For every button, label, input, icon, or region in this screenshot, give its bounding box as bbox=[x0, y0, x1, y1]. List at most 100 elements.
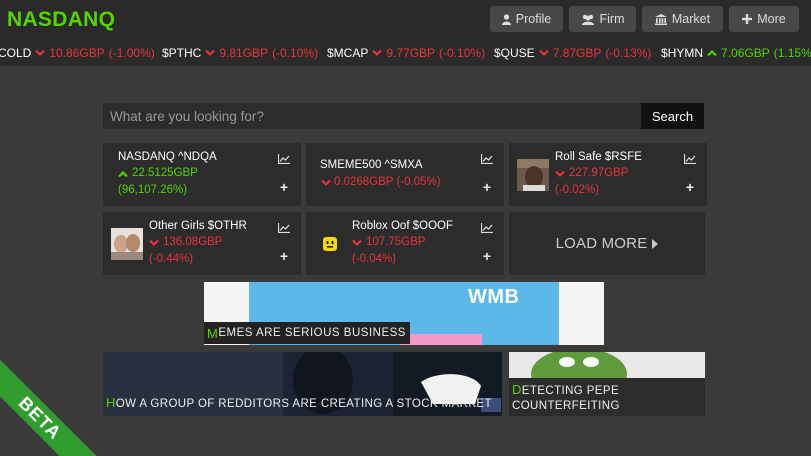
site-logo[interactable]: NASDANQ bbox=[7, 8, 115, 32]
ticker-price: 7.06GBP bbox=[721, 46, 770, 60]
top-navbar: NASDANQ Profile Firm Market More bbox=[0, 0, 811, 40]
news-card[interactable]: HOW A GROUP OF REDDITORS ARE CREATING A … bbox=[103, 352, 502, 416]
banner-caption: M EMES ARE SERIOUS BUSINESS bbox=[204, 322, 410, 344]
stock-price: 136.08GBP bbox=[163, 236, 223, 248]
pepe-image bbox=[509, 352, 705, 378]
stock-name: Roll Safe $RSFE bbox=[555, 151, 642, 163]
search-input[interactable] bbox=[103, 103, 641, 129]
line-chart-icon[interactable] bbox=[481, 154, 493, 164]
ticker-change: (-1.00%) bbox=[108, 46, 155, 60]
ticker-price: 9.81GBP bbox=[219, 46, 269, 60]
news-caption-initial: H bbox=[106, 395, 116, 410]
stock-price: 107.75GBP bbox=[366, 236, 426, 248]
nav-profile-button[interactable]: Profile bbox=[490, 6, 563, 32]
stock-price: 227.97GBP bbox=[569, 167, 629, 179]
nav-firm-label: Firm bbox=[599, 12, 625, 26]
ticker-change: (-0.13%) bbox=[605, 46, 652, 60]
chevron-down-icon bbox=[555, 170, 565, 178]
stock-card[interactable]: Roll Safe $RSFE 227.97GBP (-0.02%) + bbox=[509, 143, 707, 206]
beta-ribbon: BETA bbox=[0, 359, 99, 456]
add-watchlist-icon[interactable]: + bbox=[483, 180, 491, 194]
plus-icon bbox=[742, 14, 753, 24]
nav-more-button[interactable]: More bbox=[729, 6, 799, 32]
stock-price: 22.5125GBP bbox=[132, 167, 198, 179]
roll-safe-thumbnail bbox=[517, 159, 549, 191]
ticker-symbol: COLD bbox=[0, 46, 32, 60]
stock-change: (96,107.26%) bbox=[118, 184, 188, 196]
chevron-down-icon bbox=[352, 239, 362, 247]
stock-card[interactable]: Other Girls $OTHR 136.08GBP (-0.44%) + bbox=[103, 212, 301, 275]
banner-caption-text: EMES ARE SERIOUS BUSINESS bbox=[218, 327, 406, 339]
search-button[interactable]: Search bbox=[641, 103, 704, 129]
ticker-price: 9.77GBP bbox=[386, 46, 436, 60]
banner-pixel-art bbox=[400, 334, 482, 345]
news-caption-initial: D bbox=[512, 382, 522, 397]
chevron-down-icon bbox=[205, 49, 216, 57]
stock-name: SMEME500 ^SMXA bbox=[320, 159, 423, 171]
news-caption: DETECTING PEPE COUNTERFEITING bbox=[512, 382, 620, 414]
chevron-down-icon bbox=[538, 49, 549, 57]
roblox-oof-thumbnail bbox=[314, 228, 346, 260]
chevron-up-icon bbox=[707, 49, 717, 57]
news-caption: HOW A GROUP OF REDDITORS ARE CREATING A … bbox=[106, 395, 492, 410]
chevron-down-icon bbox=[149, 239, 159, 247]
ticker-item[interactable]: COLD 10.86GBP (-1.00%) bbox=[0, 46, 155, 60]
stock-card[interactable]: SMEME500 ^SMXA 0.0268GBP (-0.05%) + bbox=[306, 143, 504, 206]
stock-change: (-0.44%) bbox=[149, 253, 194, 265]
ticker-item[interactable]: $HYMN 7.06GBP (1.15% bbox=[661, 46, 811, 60]
ticker-change: (-0.10%) bbox=[272, 46, 319, 60]
ticker-price: 7.87GBP bbox=[552, 46, 602, 60]
ticker-item[interactable]: $MCAP 9.77GBP (-0.10%) bbox=[327, 46, 485, 60]
stock-card[interactable]: NASDANQ ^NDQA 22.5125GBP (96,107.26%) + bbox=[103, 143, 301, 206]
load-more-label: LOAD MORE bbox=[555, 235, 648, 252]
stock-price: 0.0268GBP (-0.05%) bbox=[334, 176, 441, 188]
line-chart-icon[interactable] bbox=[278, 223, 290, 233]
banner-brand: WMB bbox=[468, 286, 520, 308]
news-caption-text-line2: COUNTERFEITING bbox=[512, 400, 620, 412]
user-icon bbox=[501, 13, 511, 25]
banner-caption-initial: M bbox=[207, 325, 219, 341]
load-more-button[interactable]: LOAD MORE bbox=[509, 212, 705, 275]
stock-name: NASDANQ ^NDQA bbox=[118, 151, 217, 163]
add-watchlist-icon[interactable]: + bbox=[686, 180, 694, 194]
add-watchlist-icon[interactable]: + bbox=[483, 249, 491, 263]
stock-name: Other Girls $OTHR bbox=[149, 220, 247, 232]
promo-banner[interactable]: WMB M EMES ARE SERIOUS BUSINESS bbox=[204, 282, 604, 345]
chevron-down-icon bbox=[372, 49, 383, 57]
stock-change: (-0.04%) bbox=[352, 253, 397, 265]
ticker-symbol: $MCAP bbox=[327, 46, 369, 60]
news-caption-text: ETECTING PEPE bbox=[521, 385, 620, 397]
caret-right-icon bbox=[652, 238, 659, 249]
ticker-symbol: $HYMN bbox=[661, 46, 704, 60]
ticker-symbol: $PTHC bbox=[162, 46, 202, 60]
chevron-up-icon bbox=[118, 170, 128, 178]
bank-icon bbox=[654, 13, 667, 25]
stock-card[interactable]: Roblox Oof $OOOF 107.75GBP (-0.04%) + bbox=[306, 212, 504, 275]
nav-profile-label: Profile bbox=[515, 12, 552, 26]
search-bar: Search bbox=[103, 103, 704, 129]
line-chart-icon[interactable] bbox=[481, 223, 493, 233]
chevron-down-icon bbox=[321, 179, 331, 187]
ticker-change: (-0.10%) bbox=[439, 46, 486, 60]
nav-market-button[interactable]: Market bbox=[642, 6, 723, 32]
stock-change: (-0.02%) bbox=[555, 184, 600, 196]
ticker-change: (1.15% bbox=[773, 46, 811, 60]
nav-more-label: More bbox=[757, 12, 786, 26]
news-caption-text: OW A GROUP OF REDDITORS ARE CREATING A S… bbox=[115, 398, 492, 410]
add-watchlist-icon[interactable]: + bbox=[280, 180, 288, 194]
nav-market-label: Market bbox=[671, 12, 711, 26]
chevron-down-icon bbox=[35, 49, 46, 57]
news-card[interactable]: DETECTING PEPE COUNTERFEITING bbox=[509, 352, 705, 416]
ticker-symbol: $QUSE bbox=[494, 46, 535, 60]
ticker-item[interactable]: $PTHC 9.81GBP (-0.10%) bbox=[162, 46, 318, 60]
line-chart-icon[interactable] bbox=[684, 154, 696, 164]
other-girls-thumbnail bbox=[111, 228, 143, 260]
stock-ticker: COLD 10.86GBP (-1.00%) $PTHC 9.81GBP (-0… bbox=[0, 40, 811, 66]
users-icon bbox=[581, 14, 594, 25]
add-watchlist-icon[interactable]: + bbox=[280, 249, 288, 263]
line-chart-icon[interactable] bbox=[278, 154, 290, 164]
stock-name: Roblox Oof $OOOF bbox=[352, 220, 453, 232]
nav-firm-button[interactable]: Firm bbox=[569, 6, 636, 32]
ticker-price: 10.86GBP bbox=[49, 46, 105, 60]
ticker-item[interactable]: $QUSE 7.87GBP (-0.13%) bbox=[494, 46, 651, 60]
